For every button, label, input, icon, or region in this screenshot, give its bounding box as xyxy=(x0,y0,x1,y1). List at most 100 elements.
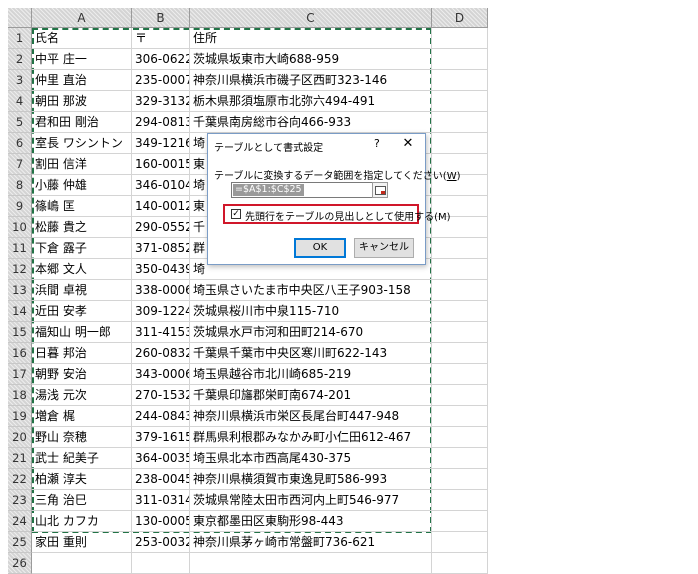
cell-d[interactable] xyxy=(432,238,488,259)
column-header-a[interactable]: A xyxy=(32,8,132,28)
cell-b[interactable]: 311-0314 xyxy=(132,490,190,511)
cell-c[interactable]: 茨城県坂東市大崎688-959 xyxy=(190,49,432,70)
cell-b[interactable]: 130-0005 xyxy=(132,511,190,532)
cell-d[interactable] xyxy=(432,490,488,511)
cell-c[interactable]: 茨城県水戸市河和田町214-670 xyxy=(190,322,432,343)
spreadsheet-grid[interactable]: A B C D 1 氏名〒住所 2 中平 庄一 306-0622 茨城県坂東市大崎688-… xyxy=(8,8,488,574)
cell-b[interactable] xyxy=(132,553,190,574)
cell-d[interactable] xyxy=(432,406,488,427)
cell-d[interactable] xyxy=(432,322,488,343)
cell-b[interactable]: 160-0015 xyxy=(132,154,190,175)
cell-a[interactable]: 朝田 那波 xyxy=(32,91,132,112)
cell-b[interactable]: 260-0832 xyxy=(132,343,190,364)
cell-d[interactable] xyxy=(432,553,488,574)
cell-c[interactable]: 千葉県印旛郡栄町南674-201 xyxy=(190,385,432,406)
cell-c[interactable]: 神奈川県横須賀市東逸見町586-993 xyxy=(190,469,432,490)
cell-c[interactable]: 埼玉県北本市西高尾430-375 xyxy=(190,448,432,469)
cell-d[interactable] xyxy=(432,469,488,490)
cell-b[interactable]: 235-0007 xyxy=(132,70,190,91)
cell-a[interactable]: 松藤 貴之 xyxy=(32,217,132,238)
cell-b[interactable]: 350-0439 xyxy=(132,259,190,280)
row-header[interactable]: 23 xyxy=(8,490,32,511)
help-icon[interactable]: ? xyxy=(374,137,380,150)
row-header[interactable]: 12 xyxy=(8,259,32,280)
cell-a[interactable]: 浜間 卓視 xyxy=(32,280,132,301)
collapse-dialog-icon[interactable] xyxy=(372,182,388,198)
row-header[interactable]: 22 xyxy=(8,469,32,490)
column-header-c[interactable]: C xyxy=(190,8,432,28)
cell-d[interactable] xyxy=(432,112,488,133)
ok-button[interactable]: OK xyxy=(294,238,346,258)
range-input[interactable]: =$A$1:$C$25 xyxy=(231,182,373,198)
cell-b[interactable]: 290-0552 xyxy=(132,217,190,238)
cell-b[interactable]: 309-1224 xyxy=(132,301,190,322)
row-header[interactable]: 11 xyxy=(8,238,32,259)
row-header[interactable]: 21 xyxy=(8,448,32,469)
cell-c[interactable]: 神奈川県横浜市栄区長尾台町447-948 xyxy=(190,406,432,427)
cell-a[interactable]: 日暮 邦治 xyxy=(32,343,132,364)
cell-d[interactable] xyxy=(432,259,488,280)
cell-a[interactable]: 氏名 xyxy=(32,28,132,49)
cell-d[interactable] xyxy=(432,532,488,553)
cell-d[interactable] xyxy=(432,301,488,322)
column-header-b[interactable]: B xyxy=(132,8,190,28)
cell-b[interactable]: 294-0813 xyxy=(132,112,190,133)
cell-a[interactable]: 仲里 直治 xyxy=(32,70,132,91)
row-header[interactable]: 18 xyxy=(8,385,32,406)
cell-b[interactable]: 244-0843 xyxy=(132,406,190,427)
cell-c[interactable]: 住所 xyxy=(190,28,432,49)
cell-a[interactable]: 割田 信洋 xyxy=(32,154,132,175)
cell-c[interactable]: 神奈川県横浜市磯子区西町323-146 xyxy=(190,70,432,91)
row-header[interactable]: 19 xyxy=(8,406,32,427)
row-header[interactable]: 2 xyxy=(8,49,32,70)
cell-a[interactable]: 湯浅 元次 xyxy=(32,385,132,406)
column-header-d[interactable]: D xyxy=(432,8,488,28)
cell-c[interactable]: 栃木県那須塩原市北弥六494-491 xyxy=(190,91,432,112)
cell-c[interactable]: 神奈川県茅ヶ崎市常盤町736-621 xyxy=(190,532,432,553)
cell-c[interactable] xyxy=(190,553,432,574)
cell-d[interactable] xyxy=(432,427,488,448)
cell-c[interactable]: 埼玉県さいたま市中央区八王子903-158 xyxy=(190,280,432,301)
cell-a[interactable] xyxy=(32,553,132,574)
cell-c[interactable]: 群馬県利根郡みなかみ町小仁田612-467 xyxy=(190,427,432,448)
row-header[interactable]: 15 xyxy=(8,322,32,343)
cell-b[interactable]: 343-0006 xyxy=(132,364,190,385)
cell-c[interactable]: 埼玉県越谷市北川崎685-219 xyxy=(190,364,432,385)
cell-b[interactable]: 270-1532 xyxy=(132,385,190,406)
cell-a[interactable]: 室長 ワシントン xyxy=(32,133,132,154)
cell-b[interactable]: 338-0006 xyxy=(132,280,190,301)
cell-a[interactable]: 武士 紀美子 xyxy=(32,448,132,469)
cell-c[interactable]: 千葉県南房総市谷向466-933 xyxy=(190,112,432,133)
cell-d[interactable] xyxy=(432,91,488,112)
header-row-checkbox-label[interactable]: 先頭行をテーブルの見出しとして使用する(M) xyxy=(245,208,451,223)
cell-d[interactable] xyxy=(432,133,488,154)
cell-a[interactable]: 増倉 梶 xyxy=(32,406,132,427)
row-header[interactable]: 14 xyxy=(8,301,32,322)
cancel-button[interactable]: キャンセル xyxy=(354,238,414,258)
row-header[interactable]: 24 xyxy=(8,511,32,532)
cell-c[interactable]: 茨城県桜川市中泉115-710 xyxy=(190,301,432,322)
row-header[interactable]: 4 xyxy=(8,91,32,112)
cell-a[interactable]: 近田 安孝 xyxy=(32,301,132,322)
cell-a[interactable]: 小藤 仲雄 xyxy=(32,175,132,196)
cell-b[interactable]: 364-0035 xyxy=(132,448,190,469)
cell-c[interactable]: 茨城県常陸太田市西河内上町546-977 xyxy=(190,490,432,511)
cell-b[interactable]: 〒 xyxy=(132,28,190,49)
cell-b[interactable]: 346-0104 xyxy=(132,175,190,196)
cell-b[interactable]: 238-0045 xyxy=(132,469,190,490)
cell-a[interactable]: 山北 カフカ xyxy=(32,511,132,532)
row-header[interactable]: 13 xyxy=(8,280,32,301)
cell-b[interactable]: 349-1216 xyxy=(132,133,190,154)
cell-a[interactable]: 野山 奈穂 xyxy=(32,427,132,448)
cell-d[interactable] xyxy=(432,49,488,70)
cell-a[interactable]: 家田 重則 xyxy=(32,532,132,553)
row-header[interactable]: 10 xyxy=(8,217,32,238)
row-header[interactable]: 16 xyxy=(8,343,32,364)
row-header[interactable]: 20 xyxy=(8,427,32,448)
cell-a[interactable]: 柏瀬 淳夫 xyxy=(32,469,132,490)
header-row-checkbox[interactable]: ✓ xyxy=(231,209,241,219)
cell-c[interactable]: 千葉県千葉市中央区寒川町622-143 xyxy=(190,343,432,364)
cell-d[interactable] xyxy=(432,448,488,469)
row-header[interactable]: 3 xyxy=(8,70,32,91)
cell-a[interactable]: 本郷 文人 xyxy=(32,259,132,280)
